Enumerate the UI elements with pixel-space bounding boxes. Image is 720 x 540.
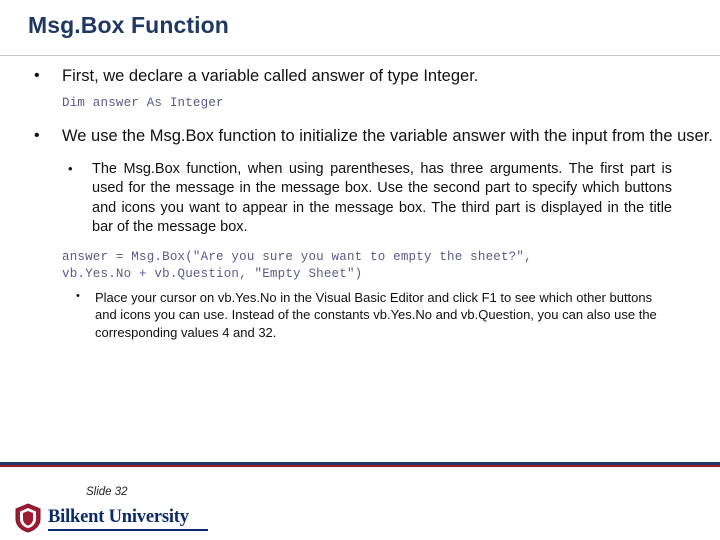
bilkent-logo-text: Bilkent University — [48, 507, 189, 527]
page-title: Msg.Box Function — [28, 12, 229, 38]
slide-canvas: Msg.Box Function • First, we declare a v… — [0, 0, 720, 540]
slide-number: Slide 32 — [86, 486, 128, 498]
bullet-level2-first: • The Msg.Box function, when using paren… — [0, 160, 720, 237]
title-divider — [0, 55, 720, 56]
bullet-glyph-level2: • — [68, 161, 73, 177]
bullet-level2-first-text: The Msg.Box function, when using parenth… — [92, 161, 672, 235]
bullet-level1-second: • We use the Msg.Box function to initial… — [0, 126, 720, 146]
bullet-glyph-level1-second: • — [34, 127, 40, 144]
bilkent-crest-icon — [15, 503, 41, 533]
bullet-level1-first-text: First, we declare a variable called answ… — [62, 67, 479, 85]
bullet-glyph-level1: • — [34, 67, 40, 84]
footer-divider-red — [0, 465, 720, 467]
bullet-level3-first-text: Place your cursor on vb.Yes.No in the Vi… — [95, 290, 657, 340]
bilkent-logo: Bilkent University — [14, 503, 214, 533]
slide-body: • First, we declare a variable called an… — [0, 66, 720, 341]
bullet-level1-first: • First, we declare a variable called an… — [0, 66, 720, 86]
bilkent-logo-underline — [48, 529, 208, 531]
code-msgbox-line2: vb.Yes.No + vb.Question, "Empty Sheet") — [62, 267, 363, 282]
code-msgbox: answer = Msg.Box("Are you sure you want … — [0, 249, 720, 283]
bullet-level1-second-text: We use the Msg.Box function to initializ… — [62, 127, 713, 145]
code-msgbox-line1: answer = Msg.Box("Are you sure you want … — [62, 250, 532, 265]
bullet-level3-first: • Place your cursor on vb.Yes.No in the … — [0, 289, 720, 341]
bullet-glyph-level3: • — [76, 290, 80, 302]
code-declare: Dim answer As Integer — [62, 96, 224, 111]
